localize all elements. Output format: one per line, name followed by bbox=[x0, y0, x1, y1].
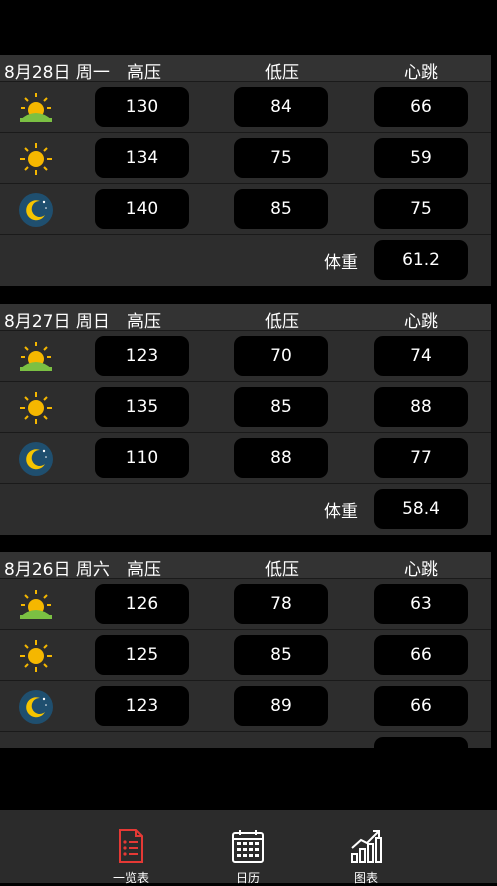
sun-icon bbox=[20, 640, 52, 672]
weight-value[interactable]: 58.4 bbox=[374, 489, 468, 529]
tab-list[interactable]: 一览表 bbox=[101, 828, 161, 886]
calendar-icon bbox=[232, 830, 264, 863]
reading-row-noon[interactable]: 134 75 59 bbox=[0, 133, 491, 184]
tab-chart[interactable]: 图表 bbox=[336, 828, 396, 886]
weight-label: 体重 bbox=[324, 502, 358, 522]
pulse-value[interactable]: 75 bbox=[374, 189, 468, 229]
weight-label: 体重 bbox=[324, 253, 358, 273]
high-pressure-value[interactable]: 130 bbox=[95, 87, 189, 127]
weight-row[interactable] bbox=[0, 732, 491, 748]
day-header: 8月27日 周日 高压 低压 心跳 bbox=[0, 304, 491, 332]
pulse-col-label: 心跳 bbox=[404, 560, 438, 580]
low-pressure-value[interactable]: 89 bbox=[234, 686, 328, 726]
reading-row-night[interactable]: 123 89 66 bbox=[0, 681, 491, 732]
date-label: 8月27日 周日 bbox=[4, 312, 110, 332]
reading-row-noon[interactable]: 125 85 66 bbox=[0, 630, 491, 681]
weight-row[interactable]: 体重 58.4 bbox=[0, 484, 491, 534]
weight-value[interactable] bbox=[374, 737, 468, 748]
date-label: 8月28日 周一 bbox=[4, 63, 110, 83]
records-list[interactable]: 8月28日 周一 高压 低压 心跳 130 84 66 134 75 59 14… bbox=[0, 0, 497, 748]
pulse-col-label: 心跳 bbox=[404, 63, 438, 83]
sun-icon bbox=[20, 143, 52, 175]
moon-icon bbox=[19, 442, 53, 476]
high-col-label: 高压 bbox=[127, 63, 161, 83]
reading-row-night[interactable]: 140 85 75 bbox=[0, 184, 491, 235]
reading-row-morning[interactable]: 130 84 66 bbox=[0, 82, 491, 133]
high-pressure-value[interactable]: 110 bbox=[95, 438, 189, 478]
high-pressure-value[interactable]: 135 bbox=[95, 387, 189, 427]
sunrise-icon bbox=[20, 342, 52, 371]
high-pressure-value[interactable]: 126 bbox=[95, 584, 189, 624]
pulse-value[interactable]: 59 bbox=[374, 138, 468, 178]
reading-row-morning[interactable]: 126 78 63 bbox=[0, 579, 491, 630]
day-card: 8月26日 周六 高压 低压 心跳 126 78 63 125 85 66 12… bbox=[0, 552, 491, 748]
low-col-label: 低压 bbox=[265, 312, 299, 332]
low-pressure-value[interactable]: 88 bbox=[234, 438, 328, 478]
low-pressure-value[interactable]: 70 bbox=[234, 336, 328, 376]
sun-icon bbox=[20, 392, 52, 424]
tab-calendar[interactable]: 日历 bbox=[218, 828, 278, 886]
pulse-value[interactable]: 63 bbox=[374, 584, 468, 624]
chart-icon bbox=[351, 830, 382, 863]
high-pressure-value[interactable]: 125 bbox=[95, 635, 189, 675]
tab-label: 日历 bbox=[235, 871, 260, 885]
low-pressure-value[interactable]: 85 bbox=[234, 387, 328, 427]
low-pressure-value[interactable]: 78 bbox=[234, 584, 328, 624]
pulse-value[interactable]: 74 bbox=[374, 336, 468, 376]
high-pressure-value[interactable]: 140 bbox=[95, 189, 189, 229]
reading-row-night[interactable]: 110 88 77 bbox=[0, 433, 491, 484]
moon-icon bbox=[19, 690, 53, 724]
low-col-label: 低压 bbox=[265, 560, 299, 580]
moon-icon bbox=[19, 193, 53, 227]
high-pressure-value[interactable]: 134 bbox=[95, 138, 189, 178]
high-pressure-value[interactable]: 123 bbox=[95, 686, 189, 726]
reading-row-morning[interactable]: 123 70 74 bbox=[0, 331, 491, 382]
sunrise-icon bbox=[20, 93, 52, 122]
pulse-value[interactable]: 66 bbox=[374, 635, 468, 675]
list-icon bbox=[119, 829, 143, 863]
pulse-value[interactable]: 66 bbox=[374, 686, 468, 726]
day-card: 8月27日 周日 高压 低压 心跳 123 70 74 135 85 88 11… bbox=[0, 304, 491, 535]
tab-label: 一览表 bbox=[112, 871, 149, 885]
day-card: 8月28日 周一 高压 低压 心跳 130 84 66 134 75 59 14… bbox=[0, 55, 491, 286]
low-col-label: 低压 bbox=[265, 63, 299, 83]
reading-row-noon[interactable]: 135 85 88 bbox=[0, 382, 491, 433]
low-pressure-value[interactable]: 85 bbox=[234, 635, 328, 675]
tab-bar: 一览表 日历 图表 bbox=[0, 810, 497, 886]
pulse-value[interactable]: 77 bbox=[374, 438, 468, 478]
weight-row[interactable]: 体重 61.2 bbox=[0, 235, 491, 285]
sunrise-icon bbox=[20, 590, 52, 619]
day-header: 8月26日 周六 高压 低压 心跳 bbox=[0, 552, 491, 580]
high-col-label: 高压 bbox=[127, 560, 161, 580]
high-col-label: 高压 bbox=[127, 312, 161, 332]
pulse-value[interactable]: 88 bbox=[374, 387, 468, 427]
pulse-col-label: 心跳 bbox=[404, 312, 438, 332]
pulse-value[interactable]: 66 bbox=[374, 87, 468, 127]
low-pressure-value[interactable]: 75 bbox=[234, 138, 328, 178]
date-label: 8月26日 周六 bbox=[4, 560, 110, 580]
day-header: 8月28日 周一 高压 低压 心跳 bbox=[0, 55, 491, 83]
weight-value[interactable]: 61.2 bbox=[374, 240, 468, 280]
tab-label: 图表 bbox=[353, 871, 378, 885]
low-pressure-value[interactable]: 85 bbox=[234, 189, 328, 229]
low-pressure-value[interactable]: 84 bbox=[234, 87, 328, 127]
high-pressure-value[interactable]: 123 bbox=[95, 336, 189, 376]
